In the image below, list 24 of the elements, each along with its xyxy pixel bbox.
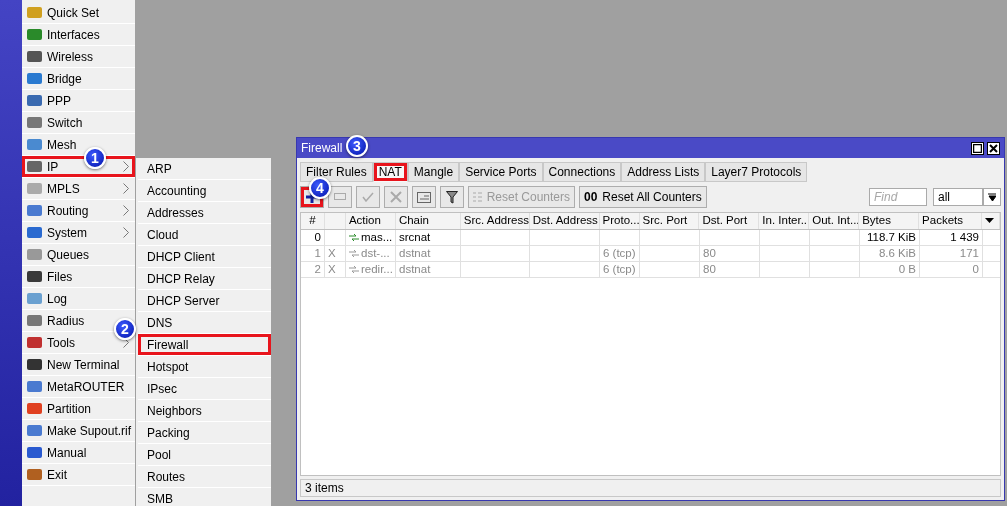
- table-cell: 1: [301, 246, 325, 261]
- table-cell: dstnat: [396, 246, 461, 261]
- table-cell: 0 B: [860, 262, 920, 277]
- table-cell: 80: [700, 246, 760, 261]
- table-cell: 0: [301, 230, 325, 245]
- table-cell: mas...: [346, 230, 396, 245]
- table-cell: 0: [920, 262, 983, 277]
- table-cell: 118.7 KiB: [860, 230, 920, 245]
- step-tooltip: 3: [346, 135, 368, 157]
- table-cell: 6 (tcp): [600, 246, 640, 261]
- table-cell: dstnat: [396, 262, 461, 277]
- window-title: Firewall: [301, 140, 343, 157]
- table-cell: 8.6 KiB: [860, 246, 920, 261]
- table-cell: X: [325, 246, 346, 261]
- table-cell: 1 439: [920, 230, 983, 245]
- table-cell: dst-...: [346, 246, 396, 261]
- table-cell: 6 (tcp): [600, 262, 640, 277]
- table-cell: 2: [301, 262, 325, 277]
- status-bar: 3 items: [300, 479, 1001, 497]
- table-cell: srcnat: [396, 230, 461, 245]
- table-cell: 80: [700, 262, 760, 277]
- table-cell: 171: [920, 246, 983, 261]
- table-cell: redir...: [346, 262, 396, 277]
- table-cell: X: [325, 262, 346, 277]
